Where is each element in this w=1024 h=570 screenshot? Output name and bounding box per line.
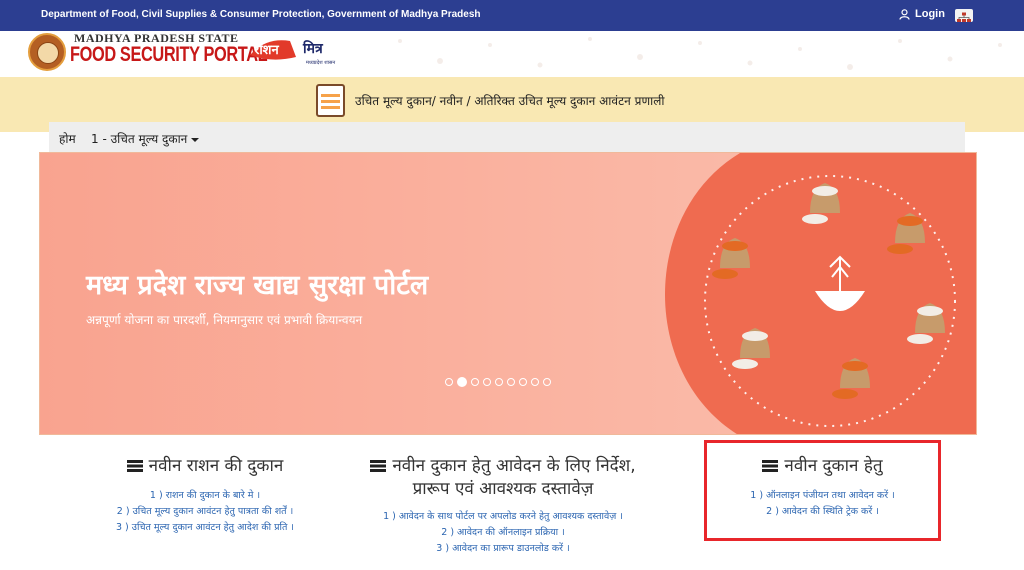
carousel-dot[interactable]	[483, 378, 491, 386]
section-title-2-line2: प्रारूप एवं आवश्यक दस्तावेज़	[412, 479, 594, 499]
instruction-link[interactable]: 1 ) आवेदन के साथ पोर्टल पर अपलोड करने हे…	[352, 509, 654, 525]
user-icon	[899, 8, 910, 20]
new-ration-shop-section: नवीन राशन की दुकान 1 ) राशन की दुकान के …	[60, 455, 350, 536]
home-link[interactable]: होम	[59, 130, 76, 147]
department-text: Department of Food, Civil Supplies & Con…	[41, 9, 481, 20]
carousel-dot[interactable]	[543, 378, 551, 386]
list-icon	[762, 460, 779, 472]
carousel-dot[interactable]	[445, 378, 453, 386]
track-application-link[interactable]: 2 ) आवेदन की स्थिति ट्रेक करें ।	[707, 504, 938, 520]
login-label: Login	[915, 8, 945, 20]
header-pattern	[398, 37, 1002, 70]
caret-down-icon	[191, 137, 200, 142]
hero-banner: मध्य प्रदेश राज्य खाद्य सुरक्षा पोर्टल अ…	[39, 152, 977, 435]
carousel-dot[interactable]	[457, 377, 467, 387]
top-bar: Department of Food, Civil Supplies & Con…	[0, 0, 1024, 31]
sitemap-icon[interactable]	[955, 9, 973, 22]
carousel-dot[interactable]	[531, 378, 539, 386]
mp-emblem-logo	[28, 33, 66, 71]
info-link[interactable]: 2 ) उचित मूल्य दुकान आवंटन हेतु पात्रता …	[60, 504, 350, 520]
carousel-indicators	[445, 377, 551, 387]
banner-title: मध्य प्रदेश राज्य खाद्य सुरक्षा पोर्टल	[86, 270, 429, 301]
ration-mitra-logo: राशन मित्र मध्यप्रदेश शासन	[250, 40, 335, 66]
fair-price-shop-dropdown[interactable]: 1 - उचित मूल्य दुकान	[91, 130, 200, 147]
online-registration-link[interactable]: 1 ) ऑनलाइन पंजीयन तथा आवेदन करें ।	[707, 488, 938, 504]
instruction-link[interactable]: 2 ) आवेदन की ऑनलाइन प्रक्रिया ।	[352, 525, 654, 541]
list-icon	[370, 460, 387, 472]
info-link[interactable]: 1 ) राशन की दुकान के बारे मे ।	[60, 488, 350, 504]
carousel-dot[interactable]	[519, 378, 527, 386]
banner-subtitle: अन्नपूर्णा योजना का पारदर्शी, नियमानुसार…	[86, 313, 363, 327]
carousel-dot[interactable]	[471, 378, 479, 386]
login-link[interactable]: Login	[899, 8, 945, 20]
logo-tagline: मध्यप्रदेश शासन	[306, 59, 335, 66]
section-title-2-line1: नवीन दुकान हेतु आवेदन के लिए निर्देश,	[392, 456, 636, 476]
section-title-1: नवीन राशन की दुकान	[60, 455, 350, 478]
breadcrumb-nav: होम 1 - उचित मूल्य दुकान	[49, 122, 965, 153]
section-title-3: नवीन दुकान हेतु	[707, 455, 938, 478]
carousel-dot[interactable]	[495, 378, 503, 386]
new-shop-application-section: नवीन दुकान हेतु 1 ) ऑनलाइन पंजीयन तथा आव…	[704, 440, 941, 541]
logo-portal-text: FOOD SECURITY PORTAL	[70, 43, 268, 66]
list-icon	[126, 460, 143, 472]
section-title-2: नवीन दुकान हेतु आवेदन के लिए निर्देश,	[352, 455, 654, 478]
section-title-1-text: नवीन राशन की दुकान	[148, 456, 284, 476]
info-link[interactable]: 3 ) उचित मूल्य दुकान आवंटन हेतु आदेश की …	[60, 520, 350, 536]
section-title-3-text: नवीन दुकान हेतु	[784, 456, 883, 476]
dropdown-label: 1 - उचित मूल्य दुकान	[91, 132, 188, 146]
logo-ration-word: राशन	[253, 43, 280, 58]
system-title: उचित मूल्य दुकान/ नवीन / अतिरिक्त उचित म…	[355, 94, 665, 108]
application-form-icon	[316, 84, 345, 117]
instruction-link[interactable]: 3 ) आवेदन का प्रारूप डाउनलोड करें ।	[352, 541, 654, 557]
instructions-section: नवीन दुकान हेतु आवेदन के लिए निर्देश, प्…	[352, 455, 654, 557]
logo-mitra-word: मित्र	[302, 40, 324, 57]
carousel-dot[interactable]	[507, 378, 515, 386]
